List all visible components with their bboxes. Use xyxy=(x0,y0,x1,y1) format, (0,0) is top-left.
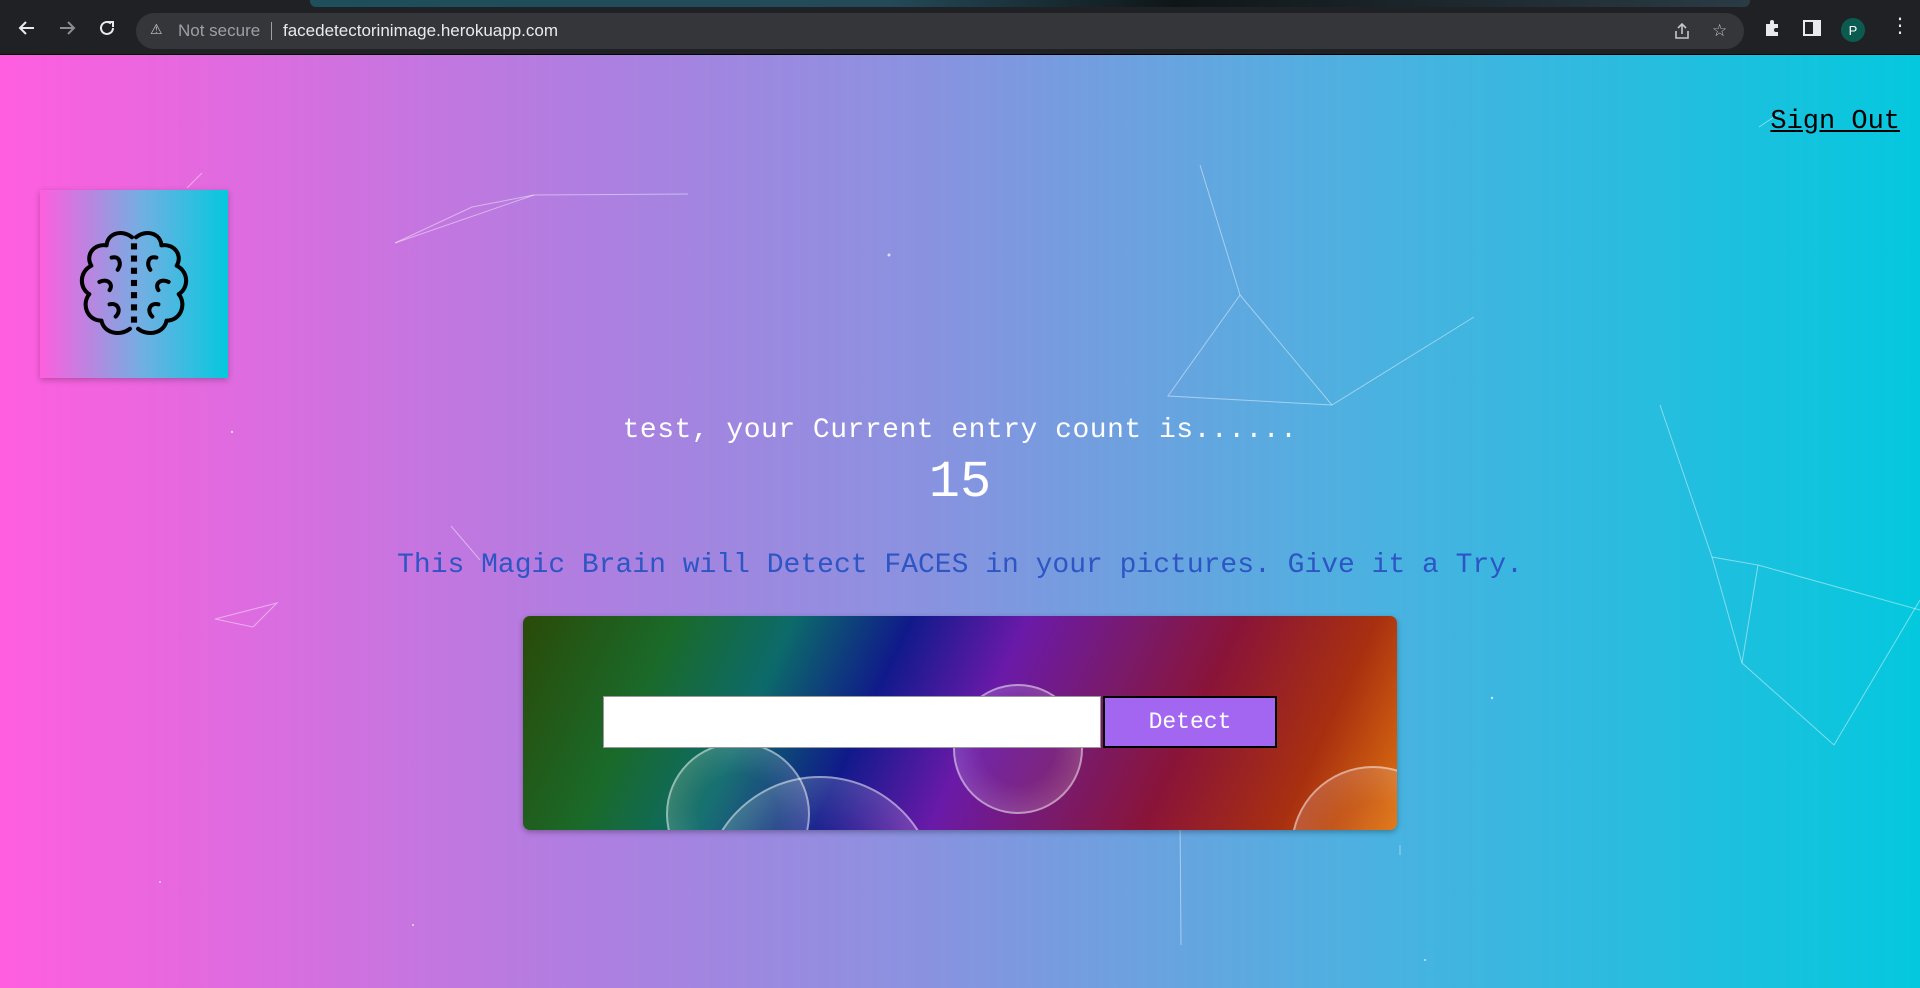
image-link-form: Detect xyxy=(523,616,1397,830)
browser-toolbar: ⚠ Not secure facedetectorinimage.herokua… xyxy=(0,0,1920,55)
address-bar[interactable]: ⚠ Not secure facedetectorinimage.herokua… xyxy=(136,13,1744,49)
share-icon[interactable] xyxy=(1672,21,1692,46)
security-label[interactable]: Not secure xyxy=(178,21,260,41)
logo-card[interactable] xyxy=(40,190,228,378)
back-arrow-icon[interactable] xyxy=(16,17,38,39)
forward-arrow-icon[interactable] xyxy=(56,17,78,39)
reload-icon[interactable] xyxy=(96,17,118,39)
url-text[interactable]: facedetectorinimage.herokuapp.com xyxy=(283,21,558,41)
brain-icon xyxy=(79,230,189,335)
entry-count-value: 15 xyxy=(928,453,992,512)
app-page: Sign Out test, your Current entry count … xyxy=(0,55,1920,988)
warning-triangle-icon: ⚠ xyxy=(150,22,163,38)
star-icon[interactable]: ☆ xyxy=(1712,21,1727,41)
side-panel-icon[interactable] xyxy=(1802,18,1822,43)
kebab-menu-icon[interactable]: ⋮ xyxy=(1890,15,1910,35)
entry-count-greeting: test, your Current entry count is...... xyxy=(622,415,1298,446)
tagline-text: This Magic Brain will Detect FACES in yo… xyxy=(397,550,1523,581)
detect-button[interactable]: Detect xyxy=(1103,696,1277,748)
profile-avatar[interactable]: P xyxy=(1841,18,1865,42)
sign-out-link[interactable]: Sign Out xyxy=(1770,107,1900,137)
profile-initial: P xyxy=(1848,22,1858,38)
puzzle-icon[interactable] xyxy=(1762,18,1782,43)
omnibox-separator xyxy=(271,22,272,40)
particle-background xyxy=(159,112,1920,961)
image-url-input[interactable] xyxy=(603,696,1101,748)
decor-bubble xyxy=(1291,766,1397,830)
active-tab-edge[interactable] xyxy=(310,0,1750,7)
